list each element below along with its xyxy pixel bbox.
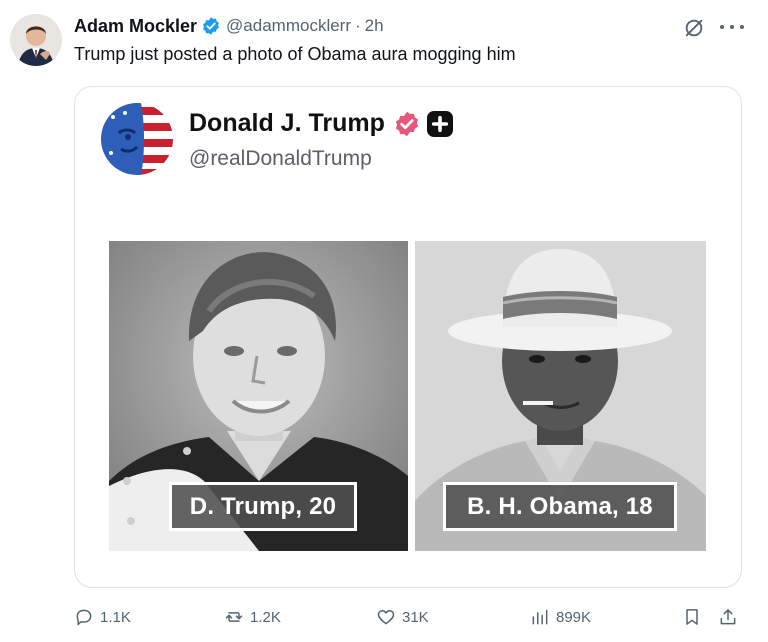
heart-icon xyxy=(377,610,395,625)
embedded-verified-badge-icon xyxy=(393,110,421,138)
embedded-author-name: Donald J. Trump xyxy=(189,109,385,137)
views-chart-icon xyxy=(532,609,548,625)
tweet-header: Adam Mockler @adammocklerr · 2h xyxy=(74,14,384,38)
post-time[interactable]: 2h xyxy=(365,16,384,36)
author-name[interactable]: Adam Mockler xyxy=(74,16,197,37)
embedded-post-image[interactable]: Donald J. Trump @realDonaldTrump D. Trum… xyxy=(74,86,742,588)
repost-icon xyxy=(225,612,243,622)
embedded-author-avatar xyxy=(101,103,173,175)
reply-button[interactable]: 1.1K xyxy=(74,604,131,630)
views-count: 899K xyxy=(556,608,592,626)
like-count: 31K xyxy=(402,608,429,626)
photo-trump: D. Trump, 20 xyxy=(109,241,408,551)
photo-caption-obama: B. H. Obama, 18 xyxy=(443,482,677,531)
embedded-plus-icon xyxy=(426,110,453,137)
verified-badge-icon xyxy=(201,16,221,36)
tweet-text: Trump just posted a photo of Obama aura … xyxy=(74,44,516,64)
more-options-icon[interactable] xyxy=(720,18,744,36)
embedded-author-row: Donald J. Trump xyxy=(189,109,453,138)
author-avatar[interactable] xyxy=(10,14,62,66)
action-bar: 1.1K 1.2K 31K 899K xyxy=(74,604,744,630)
reply-icon xyxy=(76,609,92,626)
photo-obama: B. H. Obama, 18 xyxy=(415,241,706,551)
grok-icon[interactable] xyxy=(683,17,705,39)
share-button[interactable] xyxy=(718,604,744,630)
repost-count: 1.2K xyxy=(250,608,281,626)
views-button[interactable]: 899K xyxy=(530,604,591,630)
bookmark-button[interactable] xyxy=(682,604,708,630)
photo-caption-trump: D. Trump, 20 xyxy=(169,482,357,531)
separator-dot: · xyxy=(355,16,361,35)
share-icon xyxy=(720,609,736,625)
like-button[interactable]: 31K xyxy=(376,604,429,630)
bookmark-icon xyxy=(686,609,698,625)
reply-count: 1.1K xyxy=(100,608,131,626)
embedded-author-handle: @realDonaldTrump xyxy=(189,147,372,170)
author-handle[interactable]: @adammocklerr xyxy=(226,16,351,36)
repost-button[interactable]: 1.2K xyxy=(224,604,281,630)
